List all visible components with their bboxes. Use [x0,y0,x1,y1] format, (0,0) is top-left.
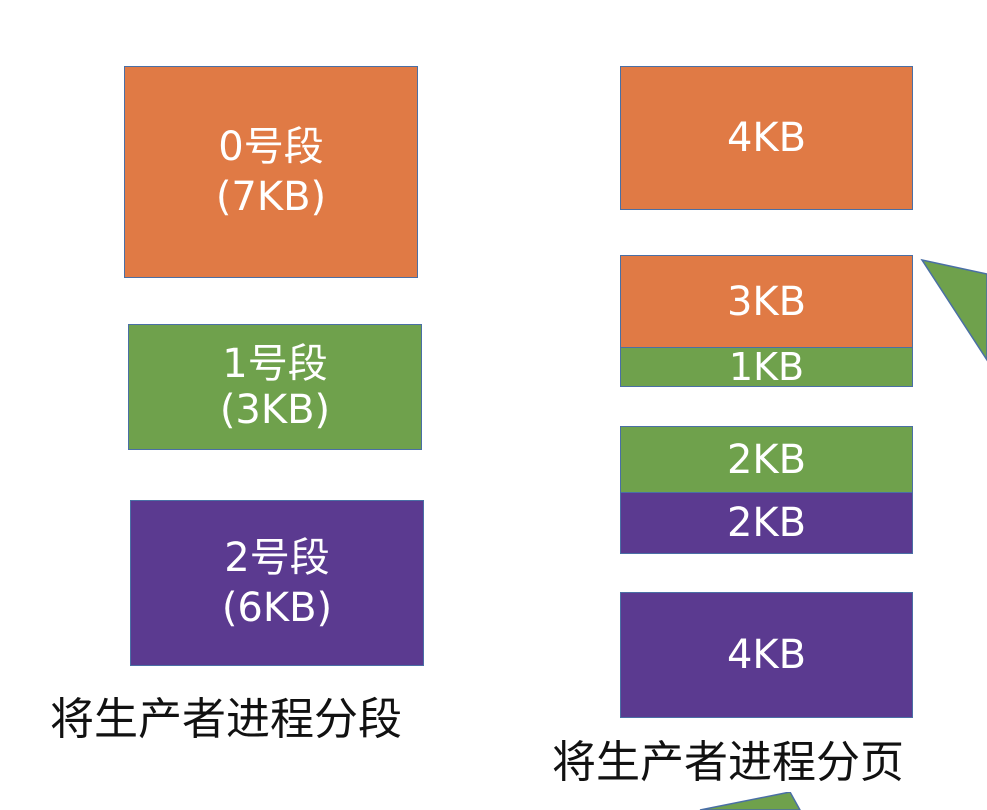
segment-0-block: 0号段 (7KB) [124,66,418,278]
page-2-top-block: 3KB [620,255,913,349]
page-1-block: 4KB [620,66,913,210]
segment-0-size: (7KB) [215,174,327,220]
page-2-bottom-label: 1KB [728,345,805,389]
page-2-top-label: 3KB [726,279,807,325]
page-3-bottom-block: 2KB [620,492,913,554]
segment-1-size: (3KB) [219,387,331,433]
segment-2-block: 2号段 (6KB) [130,500,424,666]
segment-1-block: 1号段 (3KB) [128,324,422,450]
page-3-bottom-label: 2KB [726,500,807,546]
segment-2-name: 2号段 [224,535,330,581]
green-corner-shape [699,792,801,810]
page-3-top-label: 2KB [726,437,807,483]
green-arrow-shape [920,258,987,362]
page-4-label: 4KB [726,632,807,678]
page-4-block: 4KB [620,592,913,718]
segment-caption: 将生产者进程分段 [50,694,402,745]
segment-2-size: (6KB) [221,585,333,631]
page-caption: 将生产者进程分页 [552,737,904,788]
segment-0-name: 0号段 [218,124,324,170]
page-1-label: 4KB [726,115,807,161]
page-2-bottom-block: 1KB [620,347,913,387]
segment-1-name: 1号段 [222,341,328,387]
page-3-top-block: 2KB [620,426,913,494]
